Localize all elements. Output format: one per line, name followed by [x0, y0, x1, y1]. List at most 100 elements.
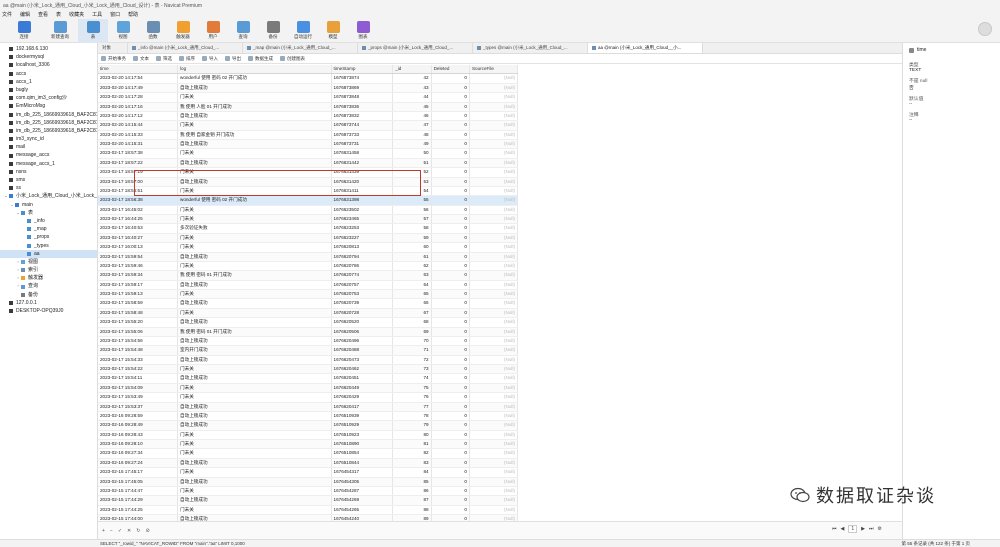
tree-item-12[interactable]: mail [0, 143, 97, 151]
tree-item-26[interactable]: › 视图 [0, 258, 97, 266]
cell-Deleted[interactable]: 0 [431, 392, 470, 403]
tree-item-11[interactable]: im3_sync_id [0, 135, 97, 143]
cell-log[interactable]: 门未关 [177, 120, 332, 131]
cell-Deleted[interactable]: 0 [431, 411, 470, 422]
tree-item-10[interactable]: im_db_225_18669939618_BAF2C81F- [0, 127, 97, 135]
cell-SourceFile[interactable]: (Null) [469, 73, 519, 84]
cell-timeStamp[interactable]: 1676510890 [331, 439, 394, 450]
tree-item-20[interactable]: ⌄ 表 [0, 209, 97, 217]
cell-Deleted[interactable]: 0 [431, 130, 470, 141]
tree-item-30[interactable]: 备份 [0, 291, 97, 299]
table-row[interactable]: 2023-02-17 15:54:22 门未关 1676620462 73 0 (Null… [98, 364, 519, 375]
table-row[interactable]: 2023-02-17 15:54:56 自动上锁成功 1676620496 70 0 (N… [98, 336, 519, 347]
cell-Deleted[interactable]: 0 [431, 327, 470, 337]
cell-Deleted[interactable]: 0 [431, 467, 470, 478]
cell-SourceFile[interactable]: (Null) [469, 355, 519, 366]
cell-log[interactable]: 自动上锁成功 [177, 83, 332, 94]
cell-Deleted[interactable]: 0 [431, 495, 470, 506]
cell-SourceFile[interactable]: (Null) [469, 486, 519, 497]
table-row[interactable]: 2023-02-20 14:17:16 我 使用 人脸 01 开门成功 167687… [98, 102, 519, 112]
toolbar-button-4[interactable]: 函数 [138, 19, 168, 43]
cell-SourceFile[interactable]: (Null) [469, 130, 519, 141]
discard-icon[interactable]: ✕ [127, 528, 131, 534]
tree-item-8[interactable]: im_db_225_18669939618_BAF2C81F- [0, 111, 97, 119]
cell-log[interactable]: 门未关 [177, 308, 332, 319]
table-row[interactable]: 2023-02-17 15:53:37 自动上锁成功 1676620417 77 0 (N… [98, 402, 519, 412]
cell-_id[interactable]: 57 [392, 214, 432, 225]
cell-SourceFile[interactable]: (Null) [469, 92, 519, 103]
cell-timeStamp[interactable]: 1676623465 [331, 214, 394, 225]
table-toolbar-button-5[interactable]: 导出 [225, 56, 241, 62]
cell-_id[interactable]: 45 [392, 102, 432, 112]
cell-timeStamp[interactable]: 1676620473 [331, 355, 394, 366]
cell-time[interactable]: 2023-02-17 15:54:22 [98, 364, 178, 375]
cell-SourceFile[interactable]: (Null) [469, 289, 519, 300]
cell-log[interactable]: wonderful 使用 密码 02 开门成功 [177, 195, 332, 206]
tree-item-32[interactable]: DESKTOP-OPQ39J0 [0, 307, 97, 315]
cell-timeStamp[interactable]: 1676454317 [331, 467, 394, 478]
cell-timeStamp[interactable]: 1676623227 [331, 233, 394, 244]
cell-_id[interactable]: 56 [392, 205, 432, 216]
menu-item-5[interactable]: 工具 [92, 11, 102, 18]
cell-_id[interactable]: 85 [392, 477, 432, 487]
cell-SourceFile[interactable]: (Null) [469, 505, 519, 516]
cell-SourceFile[interactable]: (Null) [469, 139, 519, 150]
cell-timeStamp[interactable]: 1676510844 [331, 458, 394, 469]
tree-item-2[interactable]: localhost_3306 [0, 61, 97, 69]
cell-SourceFile[interactable]: (Null) [469, 392, 519, 403]
table-row[interactable]: 2023-02-17 16:00:13 门未关 1676620813 60 0 (Null… [98, 242, 519, 253]
prev-page-icon[interactable]: ◀ [841, 526, 845, 532]
cell-_id[interactable]: 64 [392, 280, 432, 291]
cell-timeStamp[interactable]: 1676623502 [331, 205, 394, 216]
cell-SourceFile[interactable]: (Null) [469, 402, 519, 412]
table-row[interactable]: 2023-02-16 09:27:34 门未关 1676510854 82 0 (Null… [98, 448, 519, 459]
cell-timeStamp[interactable]: 1676631411 [331, 186, 394, 197]
tree-item-16[interactable]: sms [0, 176, 97, 184]
cell-_id[interactable]: 58 [392, 223, 432, 234]
cell-log[interactable]: 自动上锁成功 [177, 411, 332, 422]
table-row[interactable]: 2023-02-17 18:57:19 门未关 1676631439 52 0 (Null… [98, 167, 519, 178]
table-row[interactable]: 2023-02-16 09:28:49 自动上锁成功 1676510929 79 0 (N… [98, 420, 519, 431]
table-row[interactable]: 2023-02-17 15:54:33 自动上锁成功 1676620473 72 0 (N… [98, 355, 519, 366]
cell-SourceFile[interactable]: (Null) [469, 223, 519, 234]
cell-Deleted[interactable]: 0 [431, 148, 470, 159]
cell-timeStamp[interactable]: 1676510929 [331, 420, 394, 431]
cell-time[interactable]: 2023-02-16 09:28:49 [98, 420, 178, 431]
cell-_id[interactable]: 68 [392, 317, 432, 328]
user-avatar[interactable] [978, 22, 992, 36]
cell-timeStamp[interactable]: 1676620520 [331, 317, 394, 328]
cell-Deleted[interactable]: 0 [431, 355, 470, 366]
cell-SourceFile[interactable]: (Null) [469, 364, 519, 375]
cell-Deleted[interactable]: 0 [431, 120, 470, 131]
table-row[interactable]: 2023-02-17 15:54:11 自动上锁成功 1676620451 74 0 (N… [98, 373, 519, 384]
refresh-icon[interactable]: ↻ [136, 528, 140, 534]
cell-log[interactable]: 门未关 [177, 148, 332, 159]
cell-log[interactable]: 自动上锁成功 [177, 298, 332, 309]
add-record-icon[interactable]: + [102, 528, 105, 534]
cell-log[interactable]: 自动上锁成功 [177, 402, 332, 412]
cell-_id[interactable]: 47 [392, 120, 432, 131]
cell-Deleted[interactable]: 0 [431, 223, 470, 234]
cell-time[interactable]: 2023-02-17 15:59:54 [98, 252, 178, 262]
cell-SourceFile[interactable]: (Null) [469, 167, 519, 178]
cell-Deleted[interactable]: 0 [431, 233, 470, 244]
toolbar-button-9[interactable]: 自动运行 [288, 19, 318, 43]
next-page-icon[interactable]: ▶ [861, 526, 865, 532]
cell-timeStamp[interactable]: 1676873731 [331, 139, 394, 150]
cell-timeStamp[interactable]: 1676510939 [331, 411, 394, 422]
cell-SourceFile[interactable]: (Null) [469, 336, 519, 347]
toolbar-button-11[interactable]: 图表 [348, 19, 378, 43]
cell-timeStamp[interactable]: 1676454305 [331, 477, 394, 487]
cell-_id[interactable]: 67 [392, 308, 432, 319]
cell-log[interactable]: 门未关 [177, 448, 332, 459]
menu-item-7[interactable]: 帮助 [128, 11, 138, 18]
cell-time[interactable]: 2023-02-17 15:54:48 [98, 345, 178, 356]
cell-_id[interactable]: 71 [392, 345, 432, 356]
cell-Deleted[interactable]: 0 [431, 92, 470, 103]
table-row[interactable]: 2023-02-17 16:40:27 门未关 1676623227 59 0 (Null… [98, 233, 519, 244]
cell-timeStamp[interactable]: 1676631398 [331, 195, 394, 206]
cell-Deleted[interactable]: 0 [431, 298, 470, 309]
toolbar-button-2[interactable]: 表 [78, 19, 108, 43]
cell-SourceFile[interactable]: (Null) [469, 205, 519, 216]
cell-_id[interactable]: 80 [392, 430, 432, 441]
